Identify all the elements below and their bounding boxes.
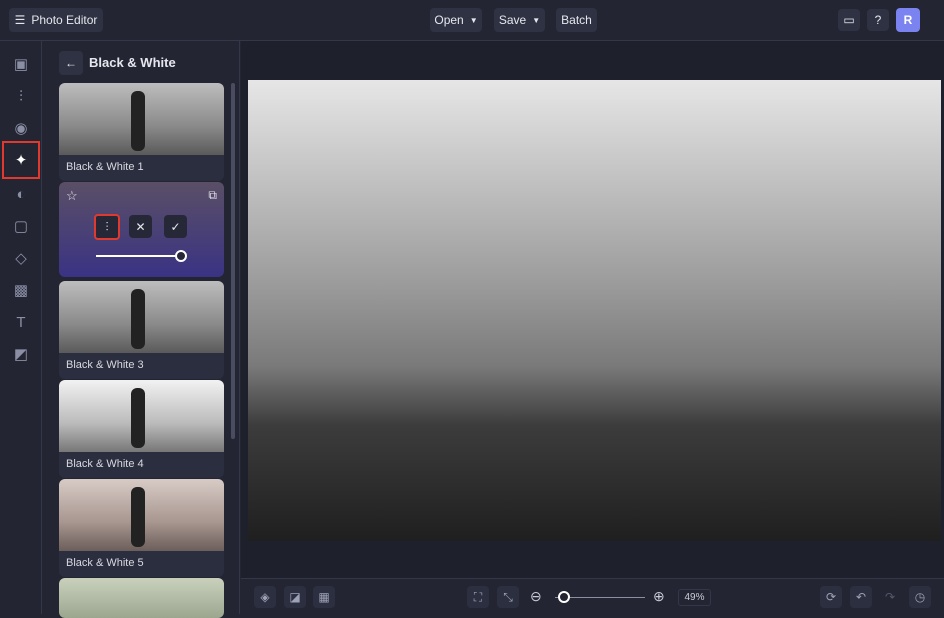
eye-icon[interactable]: ◉ [8,115,34,141]
save-label: Save [498,13,527,27]
effects-icon[interactable]: ✦ [2,141,40,179]
duplicate-icon[interactable]: ⧉ [208,188,217,203]
zoom-in-icon[interactable]: ⊕ [653,588,665,605]
help-icon[interactable]: ? [867,9,889,31]
zoom-value[interactable]: 49% [678,589,711,606]
preset-card-active[interactable]: ☆ ⧉ ⫶ ✕ ✓ [59,182,224,277]
intensity-slider[interactable] [96,255,181,257]
back-arrow-icon[interactable]: ← [59,51,83,75]
shapes-icon[interactable]: ◇ [8,245,34,271]
panel-title: Black & White [89,55,176,70]
preset-card[interactable]: Black & White 1 [59,83,224,181]
settings-sliders-icon[interactable]: ⫶ [94,214,120,240]
preset-card[interactable]: Black & White 4 [59,380,224,478]
frame-icon[interactable]: ▢ [8,213,34,239]
top-bar: ☰ Photo Editor Open ▼ Save ▼ Batch ▭ ? R [0,0,944,41]
palette-icon[interactable]: ◐ [8,181,34,207]
open-button[interactable]: Open ▼ [430,8,482,32]
apply-check-icon[interactable]: ✓ [164,215,187,238]
slider-handle[interactable] [175,250,187,262]
canvas-area [241,41,944,578]
preset-card[interactable]: Black & White 5 [59,479,224,577]
tool-rail: ▣ ⫶ ◉ ✦ ◐ ▢ ◇ ▩ T ◩ [0,41,42,614]
history-icon[interactable]: ◷ [909,586,931,608]
actual-size-icon[interactable]: ⤡ [497,586,519,608]
texture-icon[interactable]: ▩ [8,277,34,303]
grid-icon[interactable]: ▦ [313,586,335,608]
image-icon[interactable]: ▣ [8,51,34,77]
preset-thumbnail [59,380,224,452]
app-title: Photo Editor [31,13,98,27]
scrollbar[interactable] [231,83,235,439]
preset-thumbnail [59,83,224,155]
preset-label: Black & White 4 [66,458,144,470]
preset-card[interactable]: Black & White 3 [59,281,224,379]
preset-thumbnail [59,281,224,353]
redo-icon[interactable]: ↷ [879,586,901,608]
adjust-icon[interactable]: ⫶ [8,83,34,109]
star-icon[interactable]: ☆ [66,188,78,204]
hamburger-icon: ☰ [14,13,26,27]
undo-icon[interactable]: ↶ [850,586,872,608]
cancel-icon[interactable]: ✕ [129,215,152,238]
compare-icon[interactable]: ◪ [284,586,306,608]
bottom-toolbar: ◈ ◪ ▦ ⛶ ⤡ ⊖ ⊕ 49% ⟳ ↶ ↷ ◷ [241,578,944,614]
zoom-out-icon[interactable]: ⊖ [530,588,542,605]
open-label: Open [434,13,464,27]
preset-label: Black & White 1 [66,161,144,173]
batch-label: Batch [561,13,592,27]
layers-icon[interactable]: ◈ [254,586,276,608]
fit-screen-icon[interactable]: ⛶ [467,586,489,608]
text-icon[interactable]: T [8,309,34,335]
zoom-slider-handle[interactable] [558,591,570,603]
chevron-down-icon: ▼ [532,15,541,25]
preset-label: Black & White 5 [66,557,144,569]
save-button[interactable]: Save ▼ [494,8,545,32]
menu-button[interactable]: ☰ Photo Editor [9,8,103,32]
effects-panel: ← Black & White Black & White 1 ☆ ⧉ ⫶ ✕ … [42,41,240,618]
chevron-down-icon: ▼ [469,15,478,25]
photo-canvas[interactable] [248,80,941,541]
preset-card[interactable] [59,578,224,618]
comment-icon[interactable]: ▭ [838,9,860,31]
reset-icon[interactable]: ⟳ [820,586,842,608]
batch-button[interactable]: Batch [556,8,597,32]
avatar[interactable]: R [896,8,920,32]
preset-thumbnail [59,479,224,551]
overlay-icon[interactable]: ◩ [8,341,34,367]
preset-label: Black & White 3 [66,359,144,371]
